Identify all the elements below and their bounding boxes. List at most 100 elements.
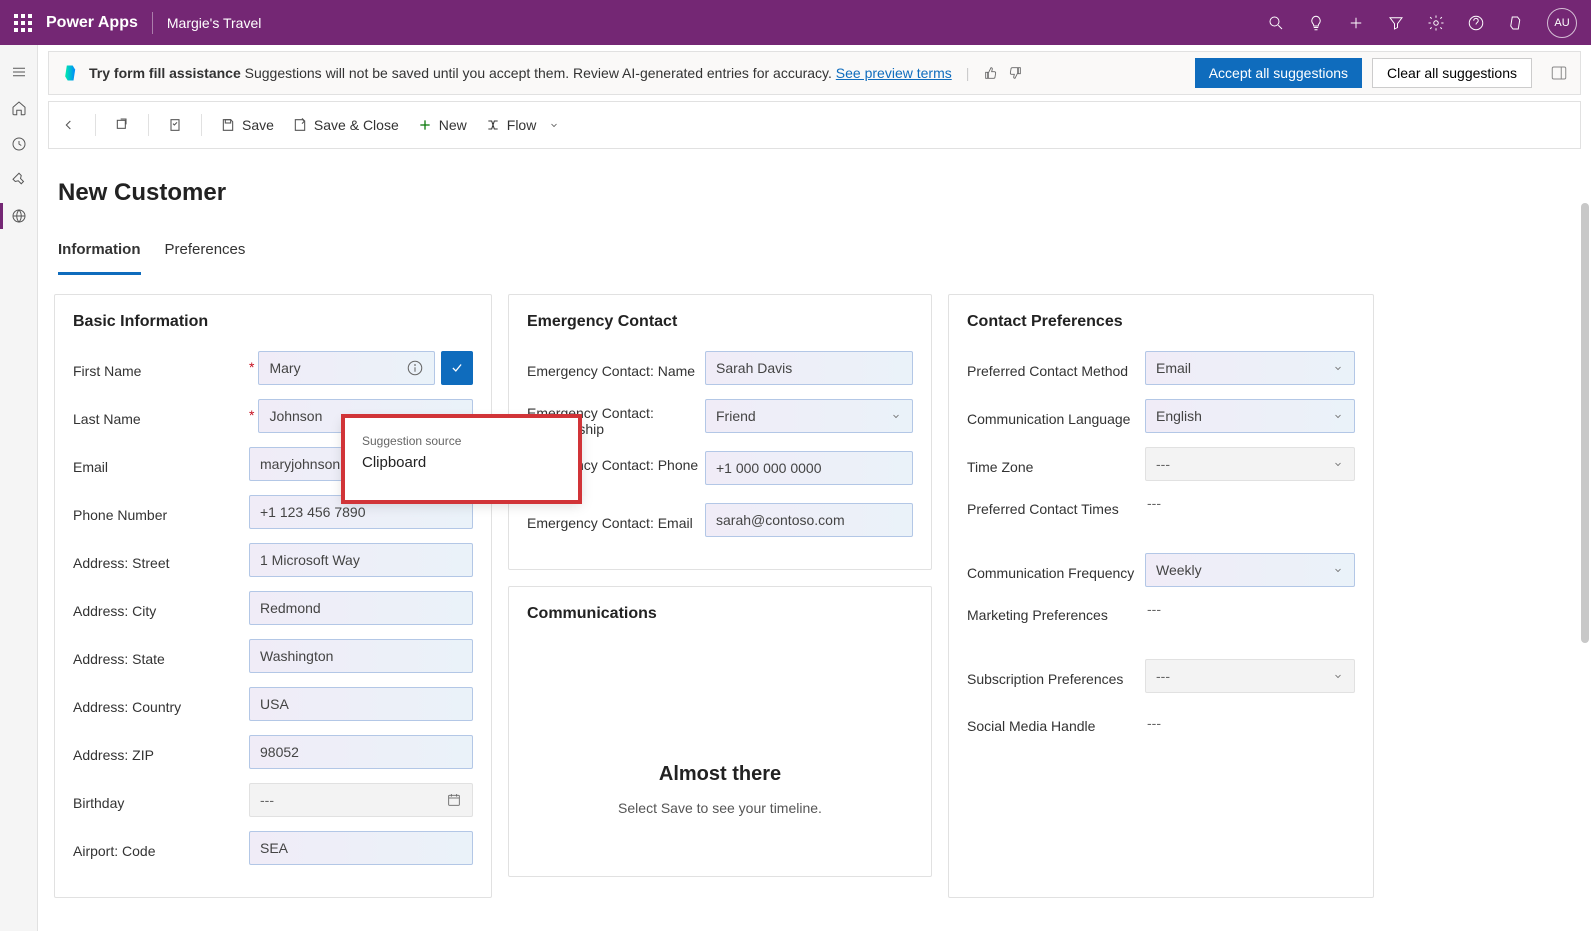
infobar-text: Suggestions will not be saved until you … — [241, 65, 836, 81]
emergency-heading: Emergency Contact — [527, 313, 913, 331]
pref-subs-select[interactable]: --- — [1145, 659, 1355, 693]
app-launcher-icon[interactable] — [14, 14, 32, 32]
left-nav-rail — [0, 45, 38, 931]
pref-method-select[interactable]: Email — [1145, 351, 1355, 385]
pref-times-value[interactable]: --- — [1145, 495, 1355, 511]
help-icon[interactable] — [1467, 14, 1485, 32]
chevron-down-icon — [1332, 670, 1344, 682]
divider — [152, 12, 153, 34]
pref-lang-label: Communication Language — [967, 411, 1130, 427]
calendar-icon[interactable] — [446, 792, 462, 808]
tab-preferences[interactable]: Preferences — [165, 241, 246, 275]
pref-times-label: Preferred Contact Times — [967, 501, 1119, 517]
tab-information[interactable]: Information — [58, 241, 141, 275]
pref-marketing-value[interactable]: --- — [1145, 601, 1355, 617]
command-bar: Save Save & Close New Flow — [48, 101, 1581, 149]
airport-input[interactable]: SEA — [249, 831, 473, 865]
timeline-empty-text: Select Save to see your timeline. — [547, 800, 893, 816]
page-title: New Customer — [58, 179, 1577, 207]
thumbs-up-icon[interactable] — [983, 65, 999, 81]
copilot-header-icon[interactable] — [1507, 14, 1525, 32]
state-input[interactable]: Washington — [249, 639, 473, 673]
pref-social-value[interactable]: --- — [1145, 715, 1355, 731]
country-label: Address: Country — [73, 699, 181, 715]
state-label: Address: State — [73, 651, 165, 667]
airport-label: Airport: Code — [73, 843, 155, 859]
global-header: Power Apps Margie's Travel AU — [0, 0, 1591, 45]
suggestion-source-tooltip: Suggestion source Clipboard — [343, 417, 581, 501]
basic-info-card: Basic Information First Name * Mary — [54, 294, 492, 898]
required-indicator: * — [249, 359, 254, 375]
gear-icon[interactable] — [1427, 14, 1445, 32]
email-label: Email — [73, 459, 108, 475]
birthday-input[interactable]: --- — [249, 783, 473, 817]
accept-suggestion-button[interactable] — [441, 351, 473, 385]
prefs-heading: Contact Preferences — [967, 313, 1355, 331]
pref-freq-label: Communication Frequency — [967, 565, 1134, 581]
scrollbar[interactable] — [1581, 185, 1589, 865]
phone-label: Phone Number — [73, 507, 167, 523]
contact-prefs-card: Contact Preferences Preferred Contact Me… — [948, 294, 1374, 898]
search-icon[interactable] — [1267, 14, 1285, 32]
country-input[interactable]: USA — [249, 687, 473, 721]
ec-email-input[interactable]: sarah@contoso.com — [705, 503, 913, 537]
chevron-down-icon — [890, 410, 902, 422]
pref-subs-label: Subscription Preferences — [967, 671, 1123, 687]
required-indicator: * — [249, 407, 254, 423]
comms-heading: Communications — [527, 605, 913, 623]
info-icon[interactable] — [406, 359, 424, 377]
globe-icon[interactable] — [10, 207, 28, 225]
open-new-window-button[interactable] — [114, 117, 130, 133]
check-access-button[interactable] — [167, 117, 183, 133]
timeline-empty-heading: Almost there — [547, 763, 893, 786]
pref-social-label: Social Media Handle — [967, 718, 1095, 734]
accept-all-button[interactable]: Accept all suggestions — [1195, 58, 1362, 88]
infobar-bold: Try form fill assistance — [89, 65, 241, 81]
flow-button[interactable]: Flow — [485, 117, 561, 133]
birthday-label: Birthday — [73, 795, 124, 811]
form-fill-infobar: Try form fill assistance Suggestions wil… — [48, 51, 1581, 95]
chevron-down-icon — [1332, 564, 1344, 576]
pref-tz-label: Time Zone — [967, 459, 1033, 475]
save-button[interactable]: Save — [220, 117, 274, 133]
thumbs-down-icon[interactable] — [1007, 65, 1023, 81]
ec-email-label: Emergency Contact: Email — [527, 515, 693, 531]
new-button[interactable]: New — [417, 117, 467, 133]
basic-info-heading: Basic Information — [73, 313, 473, 331]
tooltip-value: Clipboard — [362, 454, 562, 471]
ec-name-label: Emergency Contact: Name — [527, 363, 695, 379]
street-input[interactable]: 1 Microsoft Way — [249, 543, 473, 577]
tooltip-label: Suggestion source — [362, 434, 562, 448]
first-name-label: First Name — [73, 363, 141, 379]
filter-icon[interactable] — [1387, 14, 1405, 32]
chevron-down-icon — [1332, 458, 1344, 470]
copilot-icon — [61, 63, 81, 83]
lightbulb-icon[interactable] — [1307, 14, 1325, 32]
pref-marketing-label: Marketing Preferences — [967, 607, 1108, 623]
chevron-down-icon — [1332, 362, 1344, 374]
ec-rel-select[interactable]: Friend — [705, 399, 913, 433]
zip-input[interactable]: 98052 — [249, 735, 473, 769]
back-button[interactable] — [61, 117, 77, 133]
save-close-button[interactable]: Save & Close — [292, 117, 399, 133]
plus-icon[interactable] — [1347, 14, 1365, 32]
form-page: New Customer Information Preferences Bas… — [38, 149, 1591, 931]
user-avatar[interactable]: AU — [1547, 8, 1577, 38]
ec-phone-input[interactable]: +1 000 000 0000 — [705, 451, 913, 485]
hamburger-icon[interactable] — [10, 63, 28, 81]
copilot-panel-icon[interactable] — [1550, 64, 1568, 82]
city-input[interactable]: Redmond — [249, 591, 473, 625]
environment-name[interactable]: Margie's Travel — [167, 15, 261, 31]
recent-icon[interactable] — [10, 135, 28, 153]
home-icon[interactable] — [10, 99, 28, 117]
clear-all-button[interactable]: Clear all suggestions — [1372, 58, 1532, 88]
first-name-input[interactable]: Mary — [258, 351, 435, 385]
preview-terms-link[interactable]: See preview terms — [836, 65, 952, 81]
chevron-down-icon — [1332, 410, 1344, 422]
pref-tz-select[interactable]: --- — [1145, 447, 1355, 481]
pref-lang-select[interactable]: English — [1145, 399, 1355, 433]
last-name-label: Last Name — [73, 411, 141, 427]
pref-freq-select[interactable]: Weekly — [1145, 553, 1355, 587]
ec-name-input[interactable]: Sarah Davis — [705, 351, 913, 385]
pin-icon[interactable] — [10, 171, 28, 189]
